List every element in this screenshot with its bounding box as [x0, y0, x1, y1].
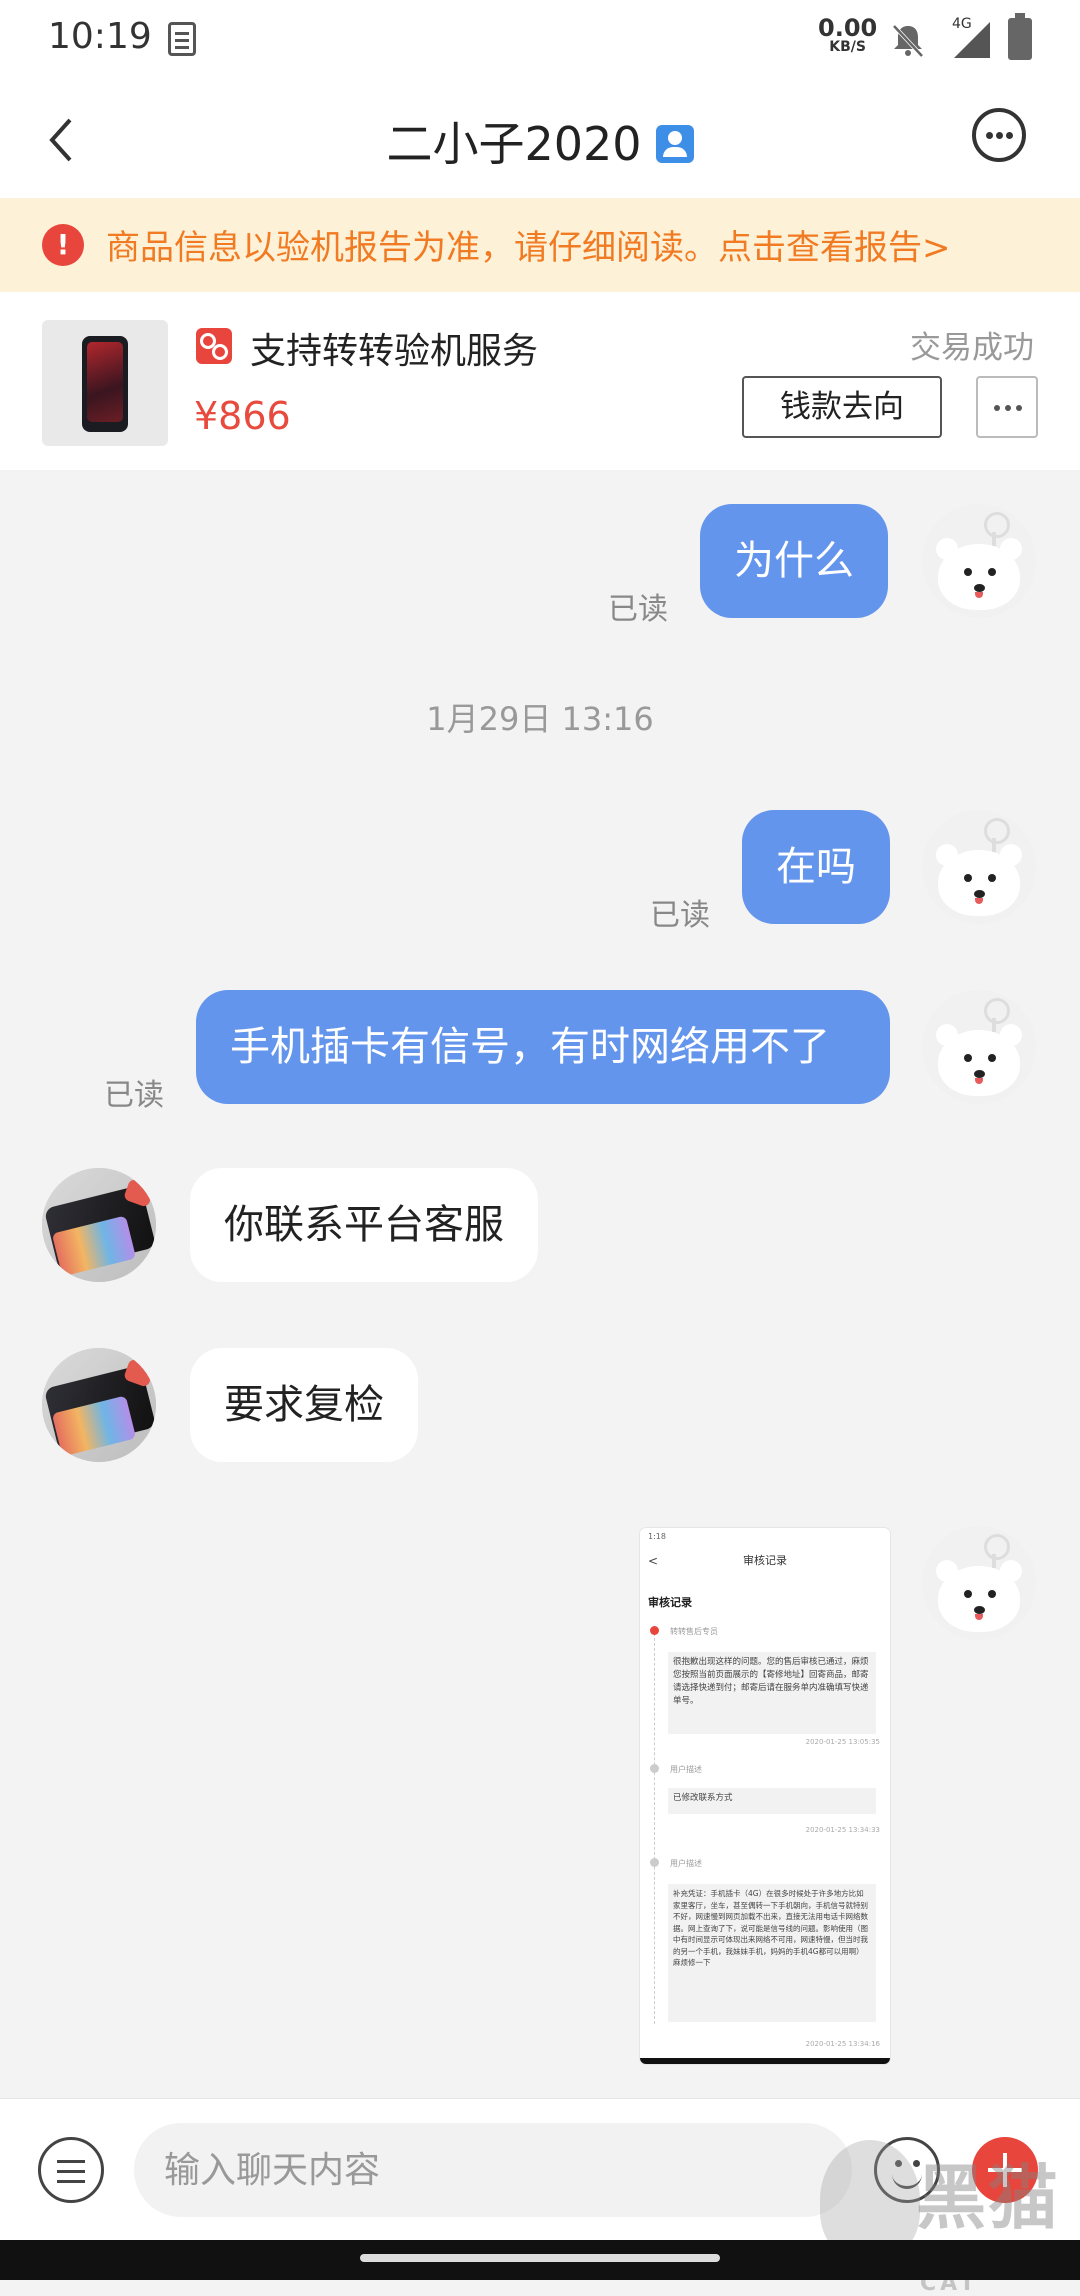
seller-avatar[interactable]: [42, 1348, 156, 1462]
home-gesture-handle[interactable]: [360, 2254, 720, 2262]
status-bar: 10:19 0.00 KB/S 4G: [0, 0, 1080, 80]
menu-icon[interactable]: [38, 2137, 104, 2203]
verified-person-icon: [655, 124, 694, 163]
inspection-notice-banner[interactable]: ! 商品信息以验机报告为准，请仔细阅读。点击查看报告>: [0, 198, 1080, 292]
product-card[interactable]: 支持转转验机服务 ¥866 交易成功 钱款去向: [0, 292, 1080, 470]
chat-timestamp: 1月29日 13:16: [426, 700, 654, 738]
notice-text: 商品信息以验机报告为准，请仔细阅读。点击查看报告>: [106, 228, 951, 268]
battery-icon: [1008, 13, 1032, 60]
screenshot-nav-title: 审核记录: [743, 1554, 787, 1567]
screenshot-entry-time: 2020-01-25 13:34:16: [805, 2040, 880, 2048]
exclamation-icon: !: [42, 224, 84, 266]
product-name: 支持转转验机服务: [250, 331, 539, 372]
chat-title-text: 二小子2020: [386, 117, 642, 171]
zhuanzhuan-service-icon: [196, 328, 232, 364]
net-speed-unit: KB/S: [829, 39, 866, 55]
message-bubble-received[interactable]: 你联系平台客服: [190, 1168, 538, 1282]
screenshot-entry-label: 用户描述: [670, 1859, 702, 1868]
screenshot-entry-time: 2020-01-25 13:05:35: [805, 1738, 880, 1746]
message-bubble-sent[interactable]: 手机插卡有信号，有时网络用不了: [196, 990, 890, 1104]
product-more-button[interactable]: [976, 376, 1038, 438]
self-avatar[interactable]: [922, 810, 1036, 924]
seller-avatar[interactable]: [42, 1168, 156, 1282]
screenshot-entry-label: 转转售后专员: [670, 1627, 718, 1636]
trade-status: 交易成功: [910, 330, 1034, 366]
screenshot-entry-time: 2020-01-25 13:34:33: [805, 1826, 880, 1834]
read-receipt: 已读: [104, 1078, 164, 1113]
self-avatar[interactable]: [922, 504, 1036, 618]
message-bubble-received[interactable]: 要求复检: [190, 1348, 418, 1462]
self-avatar[interactable]: [922, 990, 1036, 1104]
watermark-text-zh: 黑猫: [916, 2157, 1060, 2239]
read-receipt: 已读: [650, 898, 710, 933]
screenshot-entry-body: 已修改联系方式: [668, 1788, 876, 1814]
message-bubble-sent[interactable]: 为什么: [700, 504, 888, 618]
net-speed: 0.00 KB/S: [818, 16, 877, 54]
net-speed-value: 0.00: [818, 14, 878, 42]
screenshot-entry-body: 很抱歉出现这样的问题。您的售后审核已通过，麻烦您按照当前页面展示的【寄修地址】回…: [668, 1652, 876, 1734]
signal-icon: [954, 22, 990, 58]
bell-muted-icon: [892, 24, 924, 58]
chat-title: 二小子2020: [0, 108, 1080, 174]
screenshot-entry-body: 补充凭证：手机插卡（4G）在很多时候处于许多地方比如家里客厅，坐车，甚至偶转一下…: [668, 1884, 876, 2022]
chat-input-field[interactable]: [134, 2123, 852, 2217]
message-bubble-sent[interactable]: 在吗: [742, 810, 890, 924]
screenshot-status-time: 1:18: [648, 1532, 666, 1541]
screenshot-heading: 审核记录: [648, 1596, 692, 1609]
more-options-icon[interactable]: [972, 108, 1026, 162]
product-price: ¥866: [194, 394, 291, 438]
screenshot-entry-label: 用户描述: [670, 1765, 702, 1774]
status-time: 10:19: [48, 16, 152, 57]
self-avatar[interactable]: [922, 1526, 1036, 1640]
system-navigation-bar: [0, 2240, 1080, 2280]
money-flow-button[interactable]: 钱款去向: [742, 376, 942, 438]
chat-header: 二小子2020: [0, 80, 1080, 198]
read-receipt: 已读: [608, 592, 668, 627]
document-icon: [168, 22, 196, 56]
image-message-screenshot[interactable]: 1:18 < 审核记录 审核记录 转转售后专员 很抱歉出现这样的问题。您的售后审…: [640, 1528, 890, 2064]
product-thumbnail[interactable]: [42, 320, 168, 446]
